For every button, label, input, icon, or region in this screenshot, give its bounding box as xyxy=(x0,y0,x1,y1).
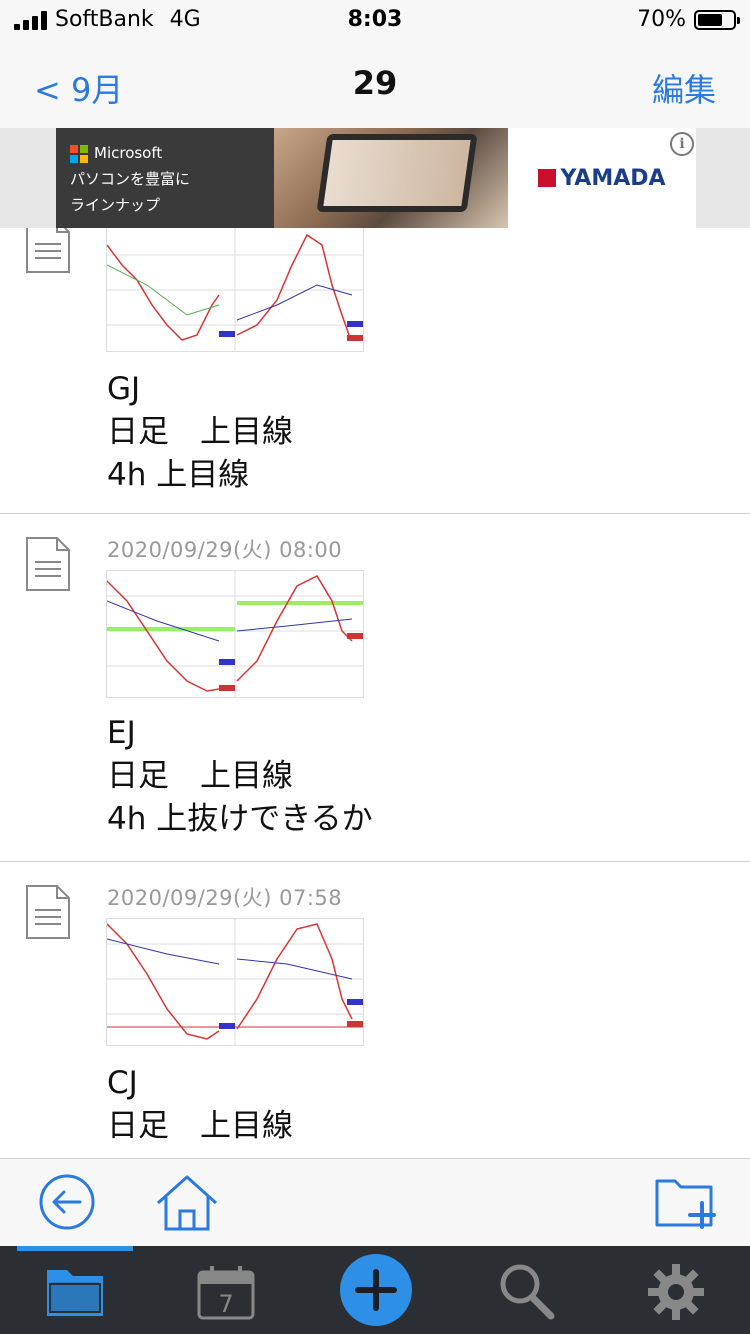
entry-line: 日足 上目線 xyxy=(107,758,293,794)
chart-thumbnail[interactable] xyxy=(106,918,364,1046)
list-item[interactable]: 2020/09/29(火) 07:58 CJ 日足 上目線 xyxy=(0,862,750,1158)
microsoft-logo-icon xyxy=(70,144,88,163)
ad-info-icon[interactable]: i xyxy=(670,132,694,156)
status-bar: SoftBank 4G 8:03 70% xyxy=(0,0,750,40)
battery-percent: 70% xyxy=(637,7,686,32)
ad-line-1: パソコンを豊富に xyxy=(70,170,191,188)
calendar-day-label: 7 xyxy=(218,1290,233,1318)
tab-bar: 7 xyxy=(0,1246,750,1334)
document-icon xyxy=(26,885,70,939)
folder-icon[interactable] xyxy=(44,1262,106,1320)
entry-date: 2020/09/29(火) 08:00 xyxy=(107,538,343,562)
entry-line: 日足 上目線 xyxy=(107,1108,293,1144)
active-tab-indicator xyxy=(17,1246,133,1251)
ad-brand-logo: YAMADA xyxy=(508,128,696,228)
ad-banner: Microsoft パソコンを豊富に ラインナップ YAMADA i xyxy=(0,128,750,228)
document-icon xyxy=(26,537,70,591)
list-item[interactable]: GJ 日足 上目線 4h 上目線 xyxy=(0,228,750,514)
circle-arrow-left-icon[interactable] xyxy=(38,1173,96,1231)
chart-thumbnail[interactable] xyxy=(106,570,364,698)
list-item[interactable]: 2020/09/29(火) 08:00 EJ 日足 上目線 4h 上抜けできるか xyxy=(0,514,750,862)
entry-body: CJ 日足 上目線 xyxy=(107,1062,293,1148)
entry-body: EJ 日足 上目線 4h 上抜けできるか xyxy=(107,712,373,841)
entry-body: GJ 日足 上目線 4h 上目線 xyxy=(107,368,293,497)
entry-line: GJ xyxy=(107,371,141,407)
entry-line: 日足 上目線 xyxy=(107,414,293,450)
entry-line: 4h 上抜けできるか xyxy=(107,801,373,837)
entry-line: EJ xyxy=(107,715,136,751)
back-button[interactable]: < 9月 xyxy=(34,65,123,111)
bottom-toolbar xyxy=(0,1158,750,1246)
search-icon[interactable] xyxy=(498,1262,556,1322)
home-icon[interactable] xyxy=(154,1173,220,1233)
ad-brand-name: YAMADA xyxy=(560,165,666,191)
ad-content[interactable]: Microsoft パソコンを豊富に ラインナップ YAMADA xyxy=(56,128,696,228)
ad-sponsor: Microsoft xyxy=(94,144,163,162)
add-button[interactable] xyxy=(340,1254,412,1326)
entry-line: CJ xyxy=(107,1065,138,1101)
entry-list: GJ 日足 上目線 4h 上目線 2020/09/29(火) 08:00 EJ 日足 … xyxy=(0,228,750,1158)
ad-text-panel: Microsoft パソコンを豊富に ラインナップ xyxy=(56,128,274,228)
entry-date: 2020/09/29(火) 07:58 xyxy=(107,886,343,910)
battery-icon xyxy=(694,9,740,30)
document-icon xyxy=(26,228,70,273)
plus-icon xyxy=(355,1269,397,1311)
navigation-bar: < 9月 29 編集 xyxy=(0,40,750,128)
chart-thumbnail[interactable] xyxy=(106,228,364,352)
ad-line-2: ラインナップ xyxy=(70,196,161,214)
entry-line: 4h 上目線 xyxy=(107,457,250,493)
gear-icon[interactable] xyxy=(646,1262,706,1322)
edit-button[interactable]: 編集 xyxy=(652,65,716,111)
ad-photo xyxy=(274,128,508,228)
calendar-icon[interactable]: 7 xyxy=(196,1262,256,1322)
folder-plus-icon[interactable] xyxy=(654,1173,720,1231)
